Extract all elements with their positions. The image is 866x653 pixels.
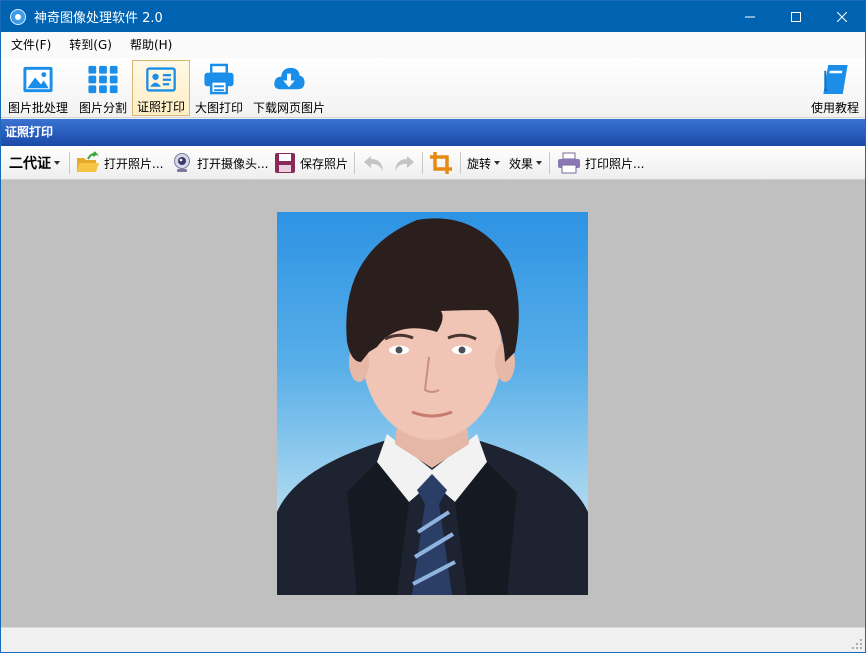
sub-toolbar: 二代证 打开照片... 打开摄像头... 保存照片 旋转 效果 打印照片...	[1, 146, 865, 180]
print-photo-button[interactable]: 打印照片...	[557, 150, 644, 176]
window-controls	[727, 1, 865, 32]
menu-file[interactable]: 文件(F)	[3, 32, 59, 58]
tool-large-print[interactable]: 大图打印	[192, 60, 246, 116]
save-photo-label: 保存照片	[300, 156, 349, 171]
effects-label: 效果	[509, 156, 534, 171]
toolbar-separator	[69, 152, 70, 174]
tool-tutorial[interactable]: 使用教程	[807, 60, 863, 116]
window-title: 神奇图像处理软件 2.0	[34, 11, 163, 26]
chevron-down-icon	[54, 161, 60, 165]
chevron-down-icon	[536, 161, 543, 165]
id-photo[interactable]	[277, 212, 588, 595]
crop-icon	[430, 152, 452, 174]
effects-dropdown[interactable]: 效果	[509, 150, 543, 176]
folder-open-icon	[77, 151, 100, 172]
tool-id-photo-print-label: 证照打印	[136, 100, 185, 114]
toolbar-separator	[460, 152, 461, 174]
maximize-icon	[791, 11, 801, 22]
tool-id-photo-print[interactable]: 证照打印	[132, 60, 190, 116]
rotate-dropdown[interactable]: 旋转	[467, 150, 501, 176]
resize-grip-icon[interactable]	[851, 638, 863, 650]
save-icon	[275, 153, 295, 173]
tool-download-web-images[interactable]: 下载网页图片	[251, 60, 327, 116]
tool-large-print-label: 大图打印	[194, 101, 243, 115]
toolbar-separator	[549, 152, 550, 174]
menu-bar: 文件(F) 转到(G) 帮助(H)	[1, 32, 865, 58]
minimize-button[interactable]	[727, 1, 773, 32]
open-camera-label: 打开摄像头...	[197, 156, 269, 171]
toolbar-separator	[354, 152, 355, 174]
grid-icon	[88, 65, 118, 94]
id-type-dropdown[interactable]: 二代证	[9, 150, 60, 176]
tool-batch-processing-label: 图片批处理	[7, 101, 68, 115]
main-toolbar: 图片批处理 图片分割 证照打印 大图打印 下载网页图片 使用教程	[1, 58, 865, 118]
id-card-icon	[146, 67, 176, 92]
book-icon	[823, 64, 848, 95]
open-photo-label: 打开照片...	[104, 156, 164, 171]
close-icon	[837, 11, 847, 22]
menu-help[interactable]: 帮助(H)	[122, 32, 180, 58]
tool-download-web-images-label: 下载网页图片	[252, 101, 325, 115]
tool-tutorial-label: 使用教程	[810, 101, 859, 115]
undo-icon	[364, 156, 383, 171]
printer-icon	[558, 152, 580, 174]
menu-goto[interactable]: 转到(G)	[61, 32, 120, 58]
print-photo-label: 打印照片...	[585, 156, 645, 171]
image-icon	[23, 66, 53, 93]
photo-canvas[interactable]	[1, 180, 865, 627]
crop-button[interactable]	[429, 150, 453, 176]
tool-image-split-label: 图片分割	[78, 101, 127, 115]
app-window: 神奇图像处理软件 2.0 文件(F) 转到(G) 帮助(H) 图片批处理 图片分…	[0, 0, 866, 653]
undo-button[interactable]	[361, 150, 387, 176]
redo-button[interactable]	[391, 150, 417, 176]
section-header: 证照打印	[1, 119, 865, 146]
tool-image-split[interactable]: 图片分割	[75, 60, 131, 116]
close-button[interactable]	[819, 1, 865, 32]
toolbar-separator	[422, 152, 423, 174]
tool-batch-processing[interactable]: 图片批处理	[5, 60, 71, 116]
save-photo-button[interactable]: 保存照片	[274, 150, 348, 176]
open-photo-button[interactable]: 打开照片...	[76, 150, 163, 176]
chevron-down-icon	[494, 161, 501, 165]
open-camera-button[interactable]: 打开摄像头...	[171, 150, 268, 176]
app-logo-icon	[10, 8, 26, 25]
id-type-label: 二代证	[9, 156, 51, 172]
title-bar[interactable]: 神奇图像处理软件 2.0	[1, 1, 865, 32]
printer-icon	[204, 63, 234, 95]
minimize-icon	[745, 16, 755, 17]
maximize-button[interactable]	[773, 1, 819, 32]
status-bar	[1, 627, 865, 652]
webcam-icon	[174, 153, 190, 172]
rotate-label: 旋转	[467, 156, 492, 171]
portrait-image	[277, 218, 588, 595]
redo-icon	[395, 156, 414, 171]
cloud-download-icon	[274, 67, 305, 90]
